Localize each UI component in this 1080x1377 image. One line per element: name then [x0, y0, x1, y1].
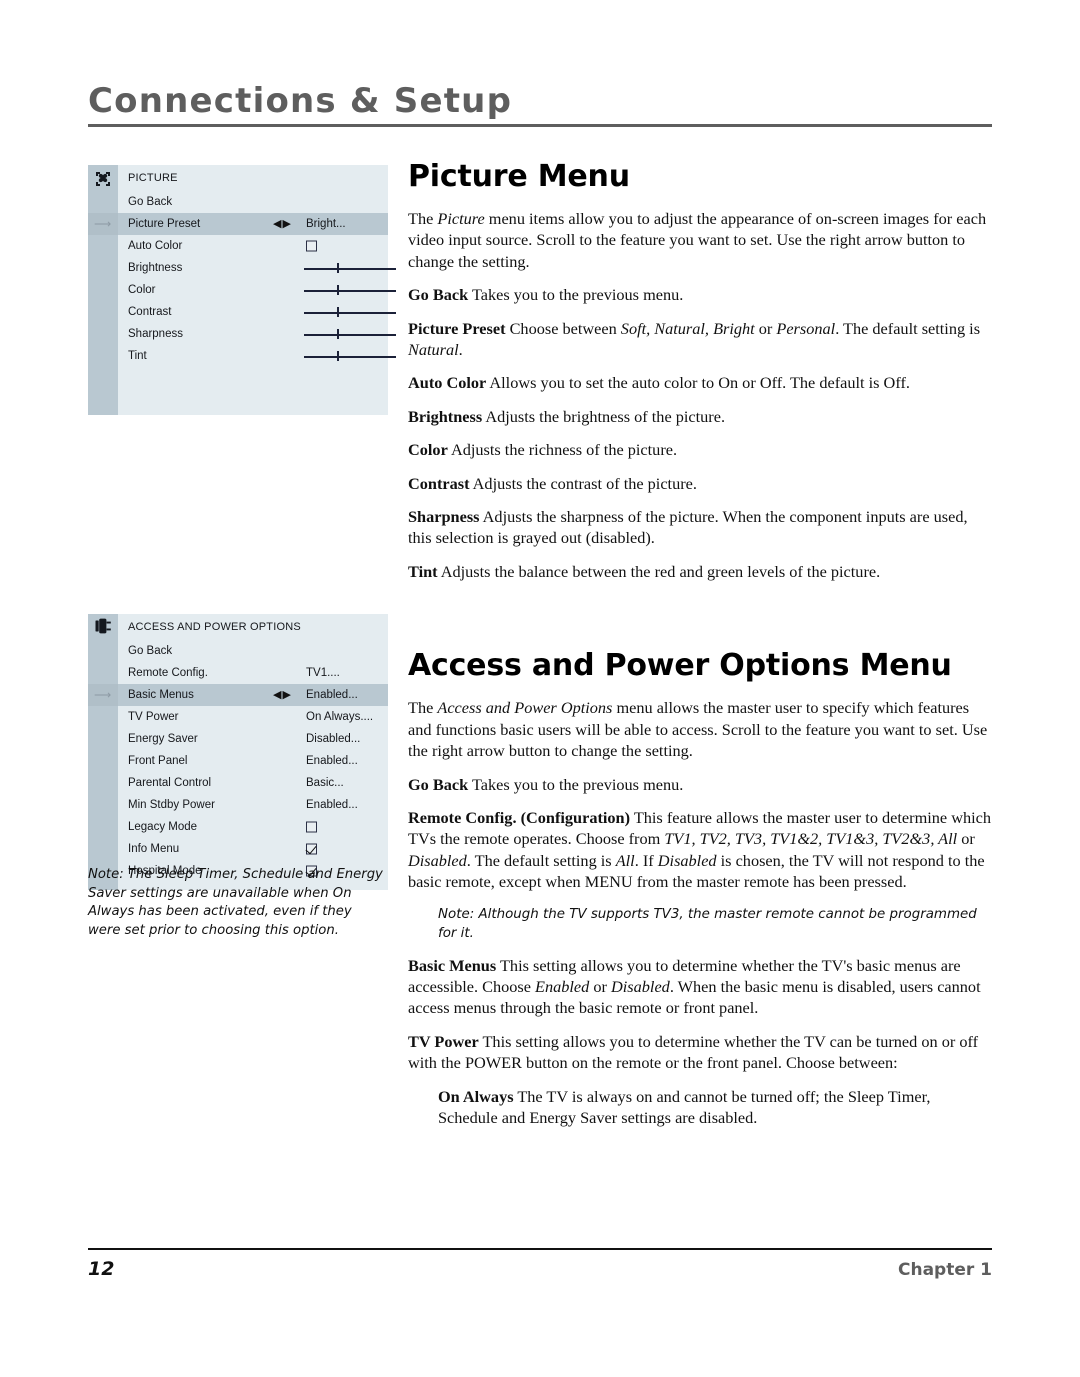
tv3-note: Note: Although the TV supports TV3, the … [438, 906, 977, 941]
slider-track [304, 290, 396, 292]
page-footer: 12 Chapter 1 [88, 1248, 992, 1280]
picture-menu-heading: Picture Menu [408, 159, 630, 194]
slider-thumb[interactable] [337, 351, 339, 361]
picture-menu-osd-panel: PICTURE Go Back ⟶ Picture Preset ◀▶ Brig… [88, 165, 396, 415]
color-slider[interactable] [304, 285, 396, 295]
left-right-arrows-icon[interactable]: ◀▶ [273, 684, 292, 706]
page-header: Connections & Setup [88, 82, 992, 127]
auto-color-paragraph: Auto Color Allows you to set the auto co… [408, 373, 910, 393]
basic-menus-paragraph: Basic Menus This setting allows you to d… [408, 955, 981, 1018]
selection-arrow-icon: ⟶ [94, 217, 112, 231]
osd-left-rail [88, 165, 118, 415]
sharpness-paragraph: Sharpness Adjusts the sharpness of the p… [408, 507, 968, 548]
osd-value-min-stdby-power: Enabled... [306, 799, 358, 811]
sharpness-slider[interactable] [304, 329, 396, 339]
left-column: PICTURE Go Back ⟶ Picture Preset ◀▶ Brig… [88, 165, 396, 890]
slider-track [304, 268, 396, 270]
osd-value-basic-menus: Enabled... [306, 689, 358, 701]
brightness-paragraph: Brightness Adjusts the brightness of the… [408, 406, 726, 426]
access-go-back-paragraph: Go Back Takes you to the previous menu. [408, 774, 684, 794]
tv-power-paragraph: TV Power This setting allows you to dete… [408, 1031, 979, 1073]
picture-intro-paragraph: The Picture menu items allow you to adju… [408, 209, 987, 271]
picture-butterfly-icon [93, 169, 113, 189]
osd-row-legacy-mode[interactable]: Legacy Mode [118, 816, 388, 838]
selection-arrow-icon: ⟶ [94, 688, 112, 702]
slider-track [304, 334, 396, 336]
contrast-slider[interactable] [304, 307, 396, 317]
remote-config-paragraph: Remote Config. (Configuration) This feat… [408, 807, 991, 892]
osd-row-remote-config[interactable]: Remote Config. TV1.... [118, 662, 388, 684]
color-paragraph: Color Adjusts the richness of the pictur… [408, 440, 678, 460]
footer-row: 12 Chapter 1 [88, 1258, 992, 1280]
osd-row-color[interactable]: Color [118, 279, 396, 301]
osd-row-picture-preset[interactable]: ⟶ Picture Preset ◀▶ Bright... [88, 213, 388, 235]
footer-divider [88, 1248, 992, 1250]
access-power-heading: Access and Power Options Menu [408, 648, 952, 684]
osd-value-front-panel: Enabled... [306, 755, 358, 767]
auto-color-checkbox[interactable] [306, 240, 317, 252]
osd-title-picture: PICTURE [128, 172, 178, 184]
access-intro-paragraph: The Access and Power Options menu allows… [408, 698, 988, 761]
access-power-options-osd-panel: ACCESS AND POWER OPTIONS Go Back Remote … [88, 614, 388, 890]
slider-thumb[interactable] [337, 307, 339, 317]
slider-track [304, 356, 396, 358]
osd-value-parental-control: Basic... [306, 777, 344, 789]
osd-row-tint[interactable]: Tint [118, 345, 396, 367]
info-menu-checkbox[interactable] [306, 843, 317, 855]
osd-row-auto-color[interactable]: Auto Color [118, 235, 388, 257]
osd-row-front-panel[interactable]: Front Panel Enabled... [118, 750, 388, 772]
osd-title-access: ACCESS AND POWER OPTIONS [128, 621, 301, 633]
header-divider [88, 124, 992, 127]
slider-track [304, 312, 396, 314]
osd-row-energy-saver[interactable]: Energy Saver Disabled... [118, 728, 388, 750]
picture-preset-paragraph: Picture Preset Choose between Soft, Natu… [408, 318, 981, 360]
left-right-arrows-icon[interactable]: ◀▶ [273, 213, 292, 235]
tint-slider[interactable] [304, 351, 396, 361]
picture-menu-rows: PICTURE Go Back ⟶ Picture Preset ◀▶ Brig… [88, 165, 396, 367]
picture-go-back-paragraph: Go Back Takes you to the previous menu. [408, 285, 684, 305]
osd-row-parental-control[interactable]: Parental Control Basic... [118, 772, 388, 794]
contrast-paragraph: Contrast Adjusts the contrast of the pic… [408, 473, 697, 493]
brightness-slider[interactable] [304, 263, 396, 273]
osd-value-remote-config: TV1.... [306, 667, 340, 679]
legacy-mode-checkbox[interactable] [306, 821, 317, 833]
osd-value-tv-power: On Always.... [306, 711, 374, 723]
osd-value-energy-saver: Disabled... [306, 733, 361, 745]
osd-row-go-back[interactable]: Go Back [118, 640, 388, 662]
on-always-paragraph: On Always The TV is always on and cannot… [438, 1086, 931, 1127]
left-column-note: Note: The Sleep Timer, Schedule and Ener… [88, 867, 383, 938]
osd-row-tv-power[interactable]: TV Power On Always.... [118, 706, 388, 728]
osd-value-picture-preset: Bright... [306, 218, 346, 230]
tint-paragraph: Tint Adjusts the balance between the red… [408, 561, 881, 581]
slider-thumb[interactable] [337, 263, 339, 273]
chapter-label: Chapter 1 [897, 1260, 992, 1280]
running-head-title: Connections & Setup [88, 81, 513, 121]
slider-thumb[interactable] [337, 329, 339, 339]
slider-thumb[interactable] [337, 285, 339, 295]
manual-page: Connections & Setup PICTURE Go Back ⟶ Pi… [0, 0, 1080, 1377]
osd-row-basic-menus[interactable]: ⟶ Basic Menus ◀▶ Enabled... [88, 684, 388, 706]
right-column: Picture Menu The Picture menu items allo… [408, 160, 992, 1140]
access-menu-rows: ACCESS AND POWER OPTIONS Go Back Remote … [88, 614, 388, 882]
osd-row-brightness[interactable]: Brightness [118, 257, 396, 279]
page-number: 12 [88, 1258, 115, 1280]
osd-row-go-back[interactable]: Go Back [118, 191, 388, 213]
osd-row-min-stdby-power[interactable]: Min Stdby Power Enabled... [118, 794, 388, 816]
osd-row-contrast[interactable]: Contrast [118, 301, 396, 323]
power-plug-icon [93, 616, 113, 636]
osd-row-info-menu[interactable]: Info Menu [118, 838, 388, 860]
osd-left-rail [88, 614, 118, 890]
osd-row-sharpness[interactable]: Sharpness [118, 323, 396, 345]
